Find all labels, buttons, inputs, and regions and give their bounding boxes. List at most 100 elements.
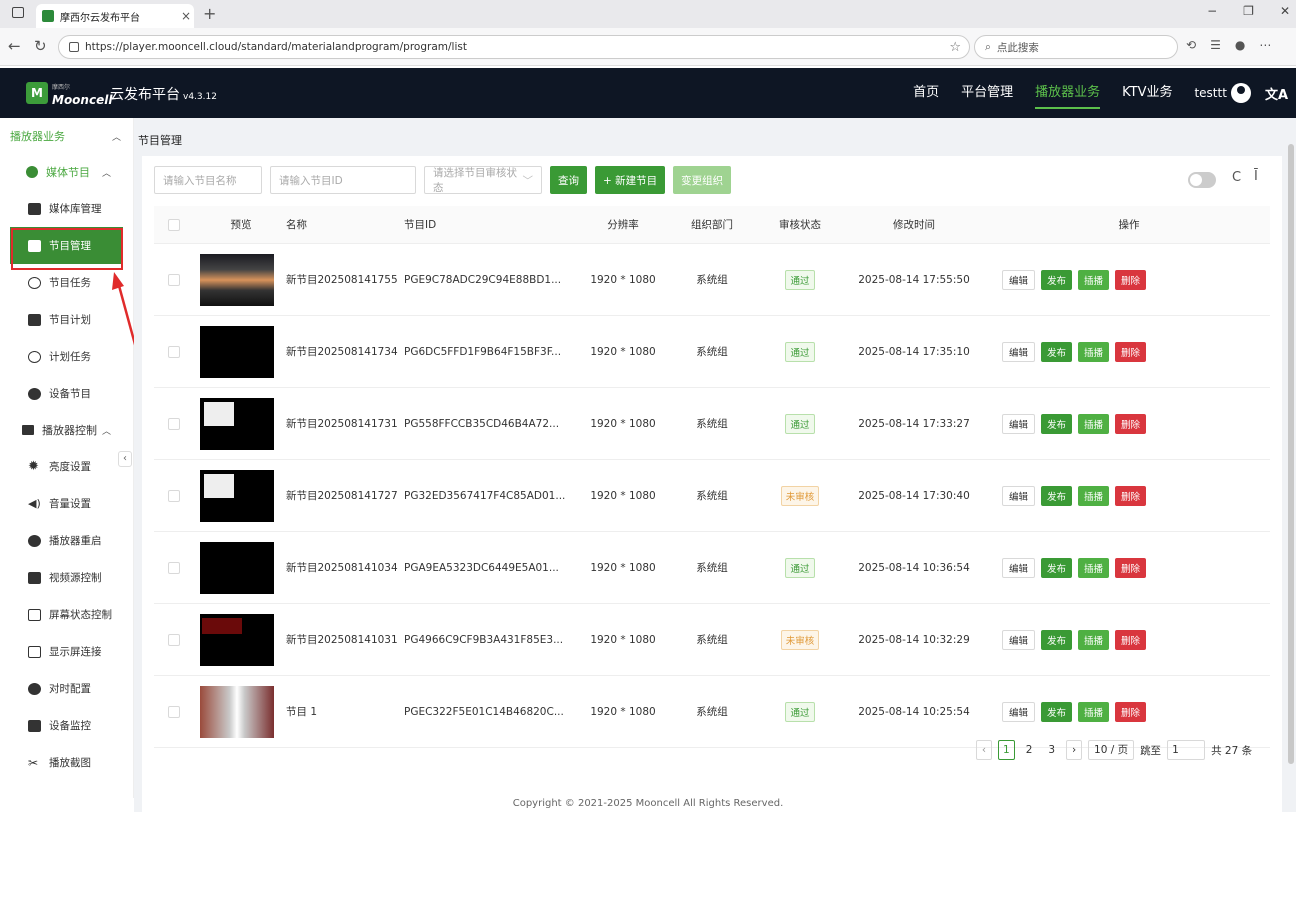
department: 系统组 (696, 562, 728, 574)
audit-status-cell: 未审核 (760, 485, 840, 506)
row-checkbox-cell (154, 705, 196, 718)
publish-button[interactable]: 发布 (1041, 557, 1073, 578)
insert-play-button[interactable]: 插播 (1078, 485, 1110, 506)
prev-page-button[interactable]: ‹ (976, 740, 992, 760)
row-checkbox[interactable] (168, 489, 180, 502)
edit-button[interactable]: 编辑 (1002, 701, 1036, 722)
program-name: 节目 1 (286, 706, 318, 718)
program-id: PGA9EA5323DC6449E5A01... (404, 561, 559, 574)
table-row: 新节目202508141755 PGE9C78ADC29C94E88BD1...… (154, 244, 1270, 316)
preview-thumbnail[interactable] (200, 541, 274, 594)
preview-thumbnail[interactable] (200, 613, 274, 666)
resolution: 1920 * 1080 (590, 561, 656, 574)
status-badge: 通过 (785, 701, 815, 722)
program-name-input[interactable]: 请输入节目名称 (154, 166, 262, 194)
insert-play-button[interactable]: 插播 (1078, 629, 1110, 650)
insert-play-button[interactable]: 插播 (1078, 701, 1110, 722)
row-checkbox[interactable] (168, 561, 180, 574)
query-button[interactable]: 查询 (550, 166, 587, 194)
page-scrollbar[interactable] (1288, 144, 1294, 764)
modified-time: 2025-08-14 17:30:40 (858, 489, 970, 502)
page-3[interactable]: 3 (1043, 740, 1060, 760)
column-height-icon[interactable]: Ī (1254, 169, 1258, 184)
modified-time: 2025-08-14 10:25:54 (858, 705, 970, 718)
preview-cell (196, 685, 286, 738)
publish-button[interactable]: 发布 (1041, 413, 1073, 434)
program-name: 新节目202508141031 (286, 634, 398, 646)
publish-button[interactable]: 发布 (1041, 341, 1073, 362)
preview-thumbnail[interactable] (200, 397, 274, 450)
edit-button[interactable]: 编辑 (1002, 341, 1036, 362)
table-row: 新节目202508141031 PG4966C9CF9B3A431F85E3..… (154, 604, 1270, 676)
program-name: 新节目202508141731 (286, 418, 398, 430)
publish-button[interactable]: 发布 (1041, 485, 1073, 506)
audit-status-cell: 通过 (760, 557, 840, 578)
content-card: 请输入节目名称 请输入节目ID 请选择节目审核状态 ﹀ 查询 + 新建节目 变更… (142, 156, 1282, 908)
status-badge: 通过 (785, 557, 815, 578)
edit-button[interactable]: 编辑 (1002, 557, 1036, 578)
row-checkbox[interactable] (168, 705, 180, 718)
delete-button[interactable]: 删除 (1115, 413, 1147, 434)
row-checkbox[interactable] (168, 633, 180, 646)
delete-button[interactable]: 删除 (1115, 341, 1147, 362)
collapse-sidebar-button[interactable]: ‹ (118, 451, 132, 467)
program-id: PGE9C78ADC29C94E88BD1... (404, 273, 562, 286)
publish-button[interactable]: 发布 (1041, 269, 1073, 290)
col-name: 名称 (286, 219, 307, 231)
status-badge: 通过 (785, 269, 815, 290)
col-modified-time: 修改时间 (893, 219, 935, 231)
delete-button[interactable]: 删除 (1115, 269, 1147, 290)
delete-button[interactable]: 删除 (1115, 629, 1147, 650)
preview-cell (196, 613, 286, 666)
edit-button[interactable]: 编辑 (1002, 485, 1036, 506)
edit-button[interactable]: 编辑 (1002, 413, 1036, 434)
program-name: 新节目202508141755 (286, 274, 398, 286)
preview-thumbnail[interactable] (200, 325, 274, 378)
preview-cell (196, 541, 286, 594)
delete-button[interactable]: 删除 (1115, 701, 1147, 722)
page-size-select[interactable]: 10 / 页 (1088, 740, 1135, 760)
edit-button[interactable]: 编辑 (1002, 269, 1036, 290)
insert-play-button[interactable]: 插播 (1078, 341, 1110, 362)
next-page-button[interactable]: › (1066, 740, 1083, 760)
table-row: 新节目202508141034 PGA9EA5323DC6449E5A01...… (154, 532, 1270, 604)
delete-button[interactable]: 删除 (1115, 485, 1147, 506)
jump-page-input[interactable]: 1 (1167, 740, 1206, 760)
row-checkbox[interactable] (168, 345, 180, 358)
change-org-button[interactable]: 变更组织 (673, 166, 732, 194)
view-toggle[interactable] (1188, 172, 1216, 188)
department: 系统组 (696, 418, 728, 430)
preview-thumbnail[interactable] (200, 253, 274, 306)
refresh-icon[interactable]: C (1232, 170, 1241, 185)
resolution: 1920 * 1080 (590, 633, 656, 646)
row-checkbox[interactable] (168, 417, 180, 430)
select-all-checkbox[interactable] (168, 218, 180, 231)
row-checkbox[interactable] (168, 273, 180, 286)
edit-button[interactable]: 编辑 (1002, 629, 1036, 650)
main-content: 节目管理 请输入节目名称 请输入节目ID 请选择节目审核状态 ﹀ 查询 + 新建… (134, 118, 1296, 908)
new-program-button[interactable]: + 新建节目 (595, 166, 666, 194)
program-id: PG4966C9CF9B3A431F85E3... (404, 633, 564, 646)
actions-cell: 编辑 发布 插播 删除 (988, 629, 1270, 650)
col-audit-status: 审核状态 (779, 219, 821, 231)
delete-button[interactable]: 删除 (1115, 557, 1147, 578)
publish-button[interactable]: 发布 (1041, 701, 1073, 722)
insert-play-button[interactable]: 插播 (1078, 557, 1110, 578)
insert-play-button[interactable]: 插播 (1078, 269, 1110, 290)
actions-cell: 编辑 发布 插播 删除 (988, 413, 1270, 434)
preview-thumbnail[interactable] (200, 469, 274, 522)
program-id: PG6DC5FFD1F9B64F15BF3F... (404, 345, 562, 358)
resolution: 1920 * 1080 (590, 273, 656, 286)
program-id-input[interactable]: 请输入节目ID (270, 166, 416, 194)
audit-status-select[interactable]: 请选择节目审核状态 ﹀ (424, 166, 542, 194)
preview-thumbnail[interactable] (200, 685, 274, 738)
insert-play-button[interactable]: 插播 (1078, 413, 1110, 434)
page-2[interactable]: 2 (1021, 740, 1038, 760)
publish-button[interactable]: 发布 (1041, 629, 1073, 650)
program-table: 预览 名称 节目ID 分辨率 组织部门 审核状态 修改时间 操作 新节目2025… (154, 206, 1270, 748)
page-1[interactable]: 1 (998, 740, 1015, 760)
status-badge: 通过 (785, 341, 815, 362)
row-checkbox-cell (154, 489, 196, 502)
table-header: 预览 名称 节目ID 分辨率 组织部门 审核状态 修改时间 操作 (154, 206, 1270, 244)
status-badge: 未审核 (780, 485, 820, 506)
